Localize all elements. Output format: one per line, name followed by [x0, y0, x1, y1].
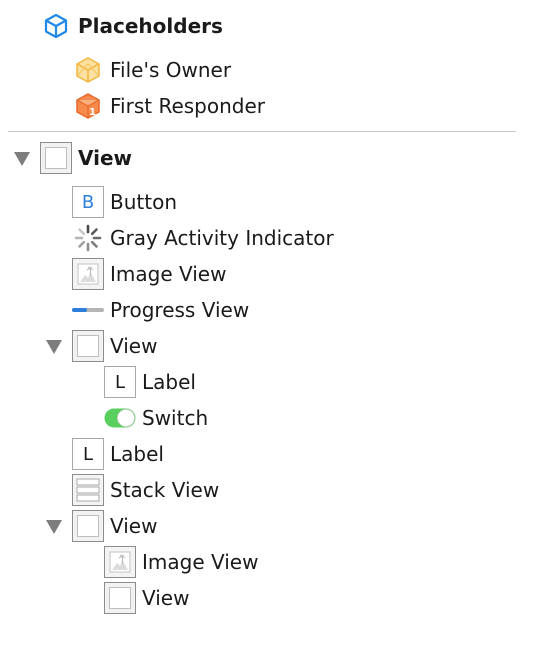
- cube-outline-icon: [40, 10, 72, 42]
- placeholders-header[interactable]: Placeholders: [40, 10, 223, 42]
- tree-item-image-view[interactable]: Image View: [104, 546, 258, 578]
- tree-item-label: Switch: [142, 406, 209, 430]
- view-icon: [72, 330, 104, 362]
- view-icon: [104, 582, 136, 614]
- tree-item-label: View: [142, 586, 190, 610]
- tree-root-view-label: View: [78, 146, 133, 170]
- tree-item-label: Label: [142, 370, 196, 394]
- tree-item-label: Stack View: [110, 478, 220, 502]
- tree-item-label: Image View: [142, 550, 259, 574]
- activity-indicator-icon: [72, 222, 104, 254]
- view-icon: [72, 510, 104, 542]
- tree-item-view[interactable]: View: [72, 510, 157, 542]
- placeholder-first-responder[interactable]: 1 First Responder: [72, 90, 265, 122]
- switch-icon: [104, 402, 136, 434]
- tree-item-label: Label: [110, 442, 164, 466]
- first-responder-label: First Responder: [110, 94, 265, 118]
- placeholders-title: Placeholders: [78, 14, 223, 38]
- disclosure-triangle-icon[interactable]: [46, 520, 62, 534]
- tree-item-label: Button: [110, 190, 177, 214]
- tree-item-view[interactable]: View: [72, 330, 157, 362]
- disclosure-triangle-icon[interactable]: [14, 152, 30, 166]
- tree-item-label: View: [110, 514, 158, 538]
- label-icon: L: [104, 366, 136, 398]
- disclosure-triangle-icon[interactable]: [46, 340, 62, 354]
- first-responder-cube-icon: 1: [72, 90, 104, 122]
- tree-item-label: Image View: [110, 262, 227, 286]
- tree-item-progress-view[interactable]: Progress View: [72, 294, 249, 326]
- tree-item-label-row[interactable]: L Label: [104, 366, 196, 398]
- button-icon: B: [72, 186, 104, 218]
- tree-item-view[interactable]: View: [104, 582, 189, 614]
- tree-item-label: Progress View: [110, 298, 250, 322]
- files-owner-label: File's Owner: [110, 58, 232, 82]
- tree-item-label: Gray Activity Indicator: [110, 226, 334, 250]
- progress-view-icon: [72, 294, 104, 326]
- tree-item-image-view[interactable]: Image View: [72, 258, 226, 290]
- label-icon: L: [72, 438, 104, 470]
- tree-root-view[interactable]: View: [40, 142, 132, 174]
- tree-item-button[interactable]: B Button: [72, 186, 177, 218]
- image-view-icon: [72, 258, 104, 290]
- tree-item-switch[interactable]: Switch: [104, 402, 208, 434]
- tree-item-label: View: [110, 334, 158, 358]
- files-owner-cube-icon: [72, 54, 104, 86]
- section-divider: [8, 131, 516, 132]
- stack-view-icon: [72, 474, 104, 506]
- svg-text:1: 1: [89, 107, 96, 118]
- view-icon: [40, 142, 72, 174]
- image-view-icon: [104, 546, 136, 578]
- tree-item-label-row[interactable]: L Label: [72, 438, 164, 470]
- placeholder-files-owner[interactable]: File's Owner: [72, 54, 231, 86]
- tree-item-stack-view[interactable]: Stack View: [72, 474, 219, 506]
- tree-item-activity-indicator[interactable]: Gray Activity Indicator: [72, 222, 334, 254]
